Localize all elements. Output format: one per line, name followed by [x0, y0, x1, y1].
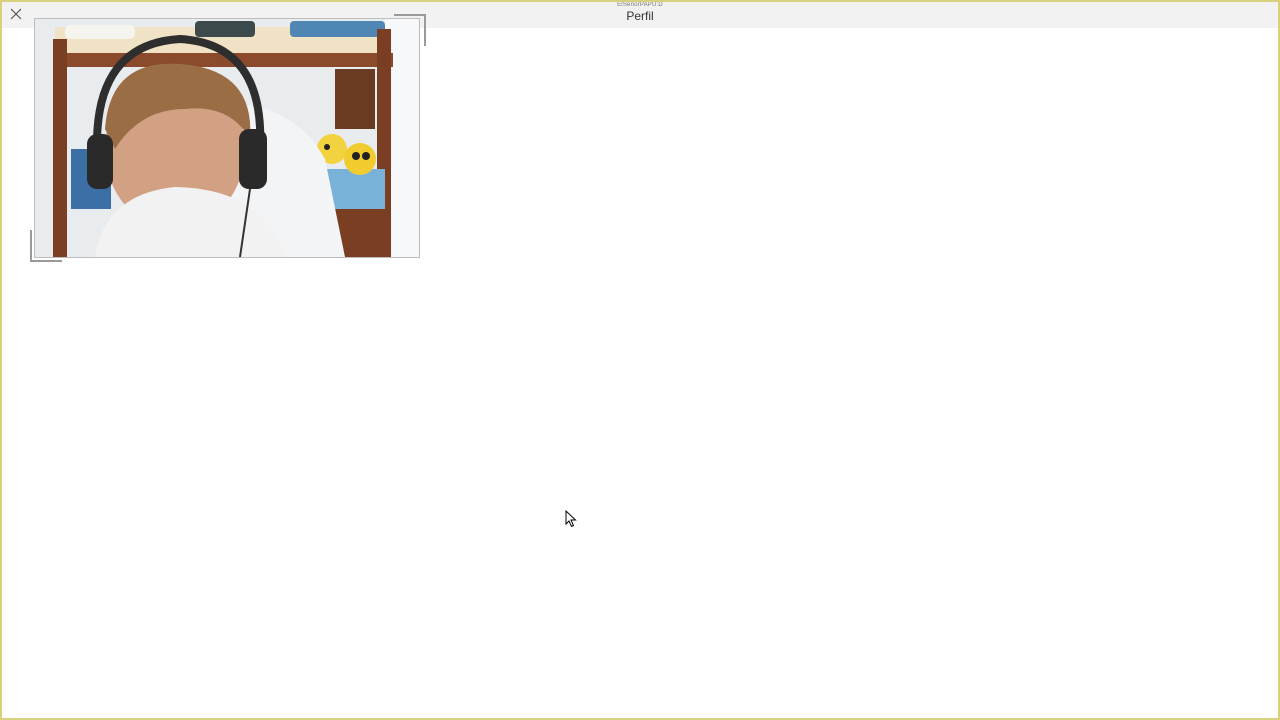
mouse-pointer-icon [565, 509, 577, 533]
webcam-video [34, 18, 420, 258]
app-window: ElSeñorPAPU:D Perfil [0, 0, 1280, 720]
window-subtitle: ElSeñorPAPU:D [617, 2, 663, 8]
webcam-overlay[interactable] [30, 14, 426, 262]
